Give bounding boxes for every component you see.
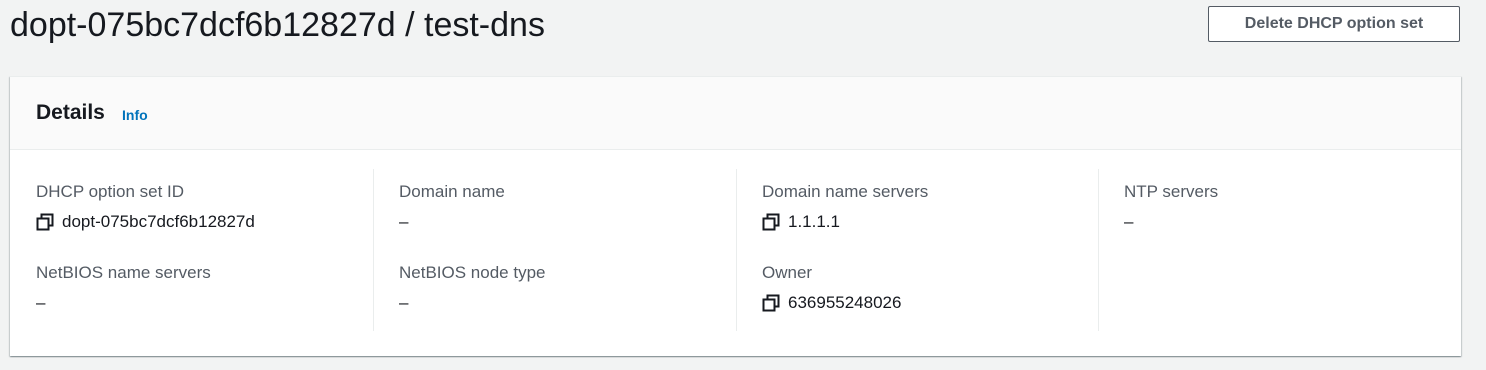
netbios-name-servers-label: NetBIOS name servers	[36, 263, 211, 282]
dhcp-option-set-id-value: dopt-075bc7dcf6b12827d	[62, 212, 255, 231]
details-title: Details	[36, 101, 105, 124]
delete-dhcp-option-set-button[interactable]: Delete DHCP option set	[1208, 6, 1460, 42]
details-column-1: DHCP option set ID dopt-075bc7dcf6b12827…	[36, 169, 374, 331]
copy-icon[interactable]	[762, 213, 780, 231]
details-column-3: Domain name servers 1.1.1.1 Owner 636955…	[762, 169, 1099, 331]
copy-icon[interactable]	[36, 213, 54, 231]
domain-name-label: Domain name	[399, 182, 505, 201]
dhcp-option-set-id-label: DHCP option set ID	[36, 182, 185, 201]
copy-icon[interactable]	[762, 294, 780, 312]
ntp-servers-label: NTP servers	[1124, 182, 1219, 201]
owner-label: Owner	[762, 263, 813, 282]
domain-name-servers-value: 1.1.1.1	[788, 212, 840, 231]
owner-field: Owner 636955248026	[762, 262, 901, 314]
page-title: dopt-075bc7dcf6b12827d / test-dns	[10, 6, 545, 44]
details-panel-header: Details Info	[10, 77, 1461, 150]
details-column-4: NTP servers –	[1124, 169, 1444, 331]
netbios-node-type-field: NetBIOS node type –	[399, 262, 545, 314]
details-panel: Details Info DHCP option set ID dopt-075…	[10, 76, 1461, 356]
ntp-servers-field: NTP servers –	[1124, 181, 1218, 233]
netbios-name-servers-field: NetBIOS name servers –	[36, 262, 211, 314]
ntp-servers-value: –	[1124, 212, 1134, 231]
netbios-node-type-value: –	[399, 293, 409, 312]
details-column-2: Domain name – NetBIOS node type –	[399, 169, 737, 331]
info-link[interactable]: Info	[122, 106, 148, 124]
owner-value: 636955248026	[788, 293, 902, 312]
domain-name-servers-field: Domain name servers 1.1.1.1	[762, 181, 928, 233]
domain-name-value: –	[399, 212, 409, 231]
netbios-name-servers-value: –	[36, 293, 46, 312]
domain-name-field: Domain name –	[399, 181, 505, 233]
netbios-node-type-label: NetBIOS node type	[399, 263, 546, 282]
domain-name-servers-label: Domain name servers	[762, 182, 929, 201]
dhcp-option-set-id-field: DHCP option set ID dopt-075bc7dcf6b12827…	[36, 181, 255, 233]
